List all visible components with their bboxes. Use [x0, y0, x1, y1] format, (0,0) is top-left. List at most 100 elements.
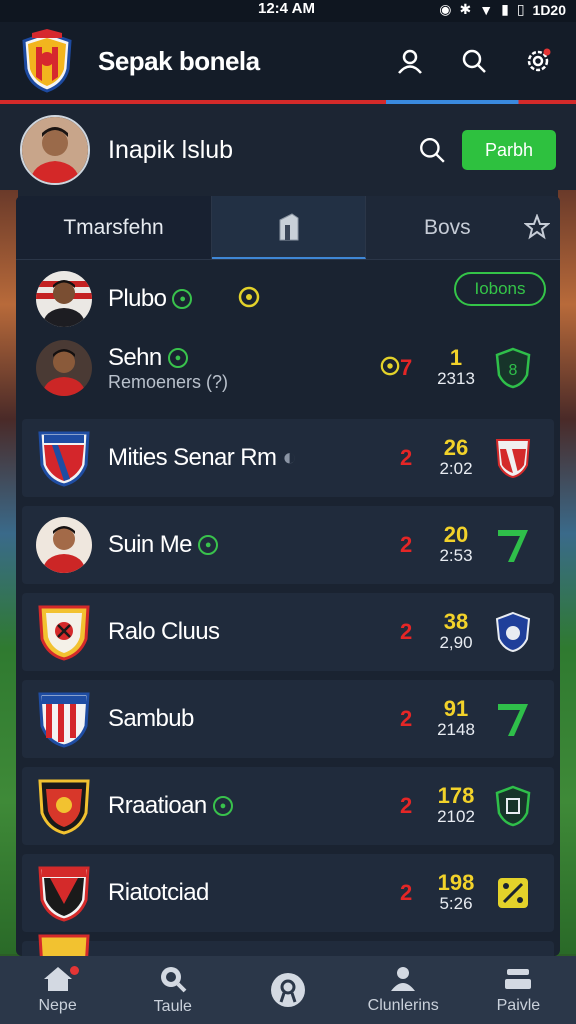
- club-name: Suin Me ●: [108, 531, 218, 559]
- player-avatar: [36, 271, 92, 327]
- player-avatar: [36, 340, 92, 396]
- location-icon: ◉: [439, 1, 452, 17]
- club-row[interactable]: Suin Me ● 2 20 2:53: [22, 506, 554, 584]
- stat-secondary: 2,90: [439, 633, 473, 652]
- verified-icon: ●: [197, 535, 218, 555]
- club-avatar[interactable]: [20, 115, 90, 185]
- player-info: Sehn ● Remoeners (?): [108, 344, 228, 393]
- nav-home[interactable]: Nepe: [0, 956, 115, 1024]
- rank-change: 2: [400, 793, 413, 818]
- battery-text: 1D20: [532, 1, 566, 18]
- nav-clubs[interactable]: Clunlerins: [346, 956, 461, 1024]
- home-icon: [43, 967, 72, 991]
- stat-secondary: 2102: [437, 807, 475, 826]
- status-time: 12:4 AM: [258, 0, 315, 17]
- club-name-text: Rraatioan: [108, 792, 207, 819]
- stat-secondary: 2148: [437, 720, 475, 739]
- app-logo: [22, 29, 72, 93]
- stat-primary: 178: [437, 783, 475, 808]
- stadium-background-right: [558, 190, 576, 954]
- club-stats: 198 5:26: [430, 872, 482, 914]
- nav-home-label: Nepe: [38, 997, 77, 1014]
- player-portrait: [36, 271, 92, 327]
- center-action-icon: [271, 973, 305, 1007]
- club-row[interactable]: Sambub 2 91 2148: [22, 680, 554, 758]
- profile-button[interactable]: [390, 41, 430, 81]
- notification-dot: [70, 966, 79, 975]
- signal-icon: ▮: [501, 1, 509, 17]
- shield-icon[interactable]: 8: [494, 347, 532, 389]
- club-name-text: Suin Me: [108, 531, 192, 558]
- club-crest: [38, 431, 90, 487]
- player-portrait: [36, 340, 92, 396]
- club-badge: [495, 439, 531, 479]
- club-row[interactable]: Mities Senar Rm ◐ 2 26 2:02: [22, 419, 554, 497]
- player-avatar: [36, 517, 92, 573]
- featured-players: Iobons Plubo ● Sehn ● Remoeners (?) 7 1 …: [22, 260, 554, 410]
- seven-icon: [498, 704, 528, 736]
- tab-boys[interactable]: Bovs: [366, 196, 560, 259]
- bluetooth-icon: ✱: [459, 1, 472, 17]
- nav-table[interactable]: Taule: [115, 956, 230, 1024]
- club-crest: [38, 692, 90, 748]
- club-search-icon[interactable]: [418, 136, 446, 164]
- club-crest: [38, 866, 90, 922]
- primary-action-button[interactable]: Parbh: [462, 130, 556, 170]
- rank-change: 2: [400, 445, 413, 470]
- club-list: Iobons Plubo ● Sehn ● Remoeners (?) 7 1 …: [16, 260, 560, 956]
- tab-transfers[interactable]: Tmarsfehn: [16, 196, 212, 259]
- star-icon[interactable]: [524, 214, 550, 240]
- tab-boys-label: Bovs: [424, 215, 471, 239]
- club-crest: [38, 605, 90, 661]
- verified-icon: ●: [212, 796, 233, 816]
- verified-icon: ●: [167, 347, 188, 368]
- player-portrait: [36, 517, 92, 573]
- stat-primary: 38: [443, 609, 469, 634]
- club-profile-bar: Inapik lslub Parbh: [0, 104, 576, 196]
- search-button[interactable]: [454, 41, 494, 81]
- club-stats: 26 2:02: [430, 437, 482, 479]
- menu-icon: [505, 969, 532, 989]
- nav-center[interactable]: [230, 956, 345, 1024]
- rank-change: 2: [400, 706, 413, 731]
- stat-primary: 20: [443, 522, 469, 547]
- club-crest: [38, 934, 90, 956]
- club-name: Sambub: [108, 705, 194, 732]
- player-name-text: Plubo: [108, 285, 167, 312]
- stat-secondary: 2:53: [439, 546, 473, 565]
- stat-primary: 26: [443, 435, 469, 460]
- battery-icon: ▯: [516, 1, 525, 17]
- player-name: Plubo ●: [108, 285, 193, 313]
- bottom-navigation: Nepe Taule Clunlerins Paivle: [0, 956, 576, 1024]
- seven-icon: [498, 530, 528, 562]
- coin-icon: [380, 356, 400, 381]
- club-row[interactable]: Ralo Cluus 2 38 2,90: [22, 593, 554, 671]
- club-row-partial[interactable]: [22, 934, 554, 956]
- stat-secondary: 2:02: [439, 459, 473, 478]
- nav-profile[interactable]: Paivle: [461, 956, 576, 1024]
- app-bar: Sepak bonela: [0, 22, 576, 100]
- svg-text:8: 8: [509, 362, 518, 379]
- app-title: Sepak bonela: [98, 45, 260, 76]
- gear-icon: [527, 48, 551, 72]
- settings-button[interactable]: [518, 41, 558, 81]
- nav-clubs-label: Clunlerins: [367, 997, 439, 1014]
- club-badge: [495, 611, 531, 653]
- nav-table-label: Taule: [153, 998, 192, 1015]
- club-stats: 91 2148: [430, 698, 482, 740]
- rank-change: 2: [400, 880, 413, 905]
- player-portrait: [22, 117, 88, 183]
- list-item[interactable]: Plubo ●: [22, 268, 554, 330]
- stat-secondary: 5:26: [439, 894, 473, 913]
- building-icon: [279, 212, 298, 240]
- stat-primary: 198: [437, 870, 475, 895]
- player-subtitle: Remoeners (?): [108, 371, 229, 392]
- tab-stadium[interactable]: [212, 196, 366, 259]
- user-icon: [398, 49, 422, 74]
- stat-secondary: 2313: [437, 369, 475, 388]
- club-name: Riatotciad: [108, 879, 209, 906]
- club-row[interactable]: Riatotciad 2 198 5:26: [22, 854, 554, 932]
- list-item[interactable]: Sehn ● Remoeners (?) 7 1 2313 8: [22, 334, 554, 402]
- stat-primary: 91: [443, 696, 469, 721]
- club-row[interactable]: Rraatioan ● 2 178 2102: [22, 767, 554, 845]
